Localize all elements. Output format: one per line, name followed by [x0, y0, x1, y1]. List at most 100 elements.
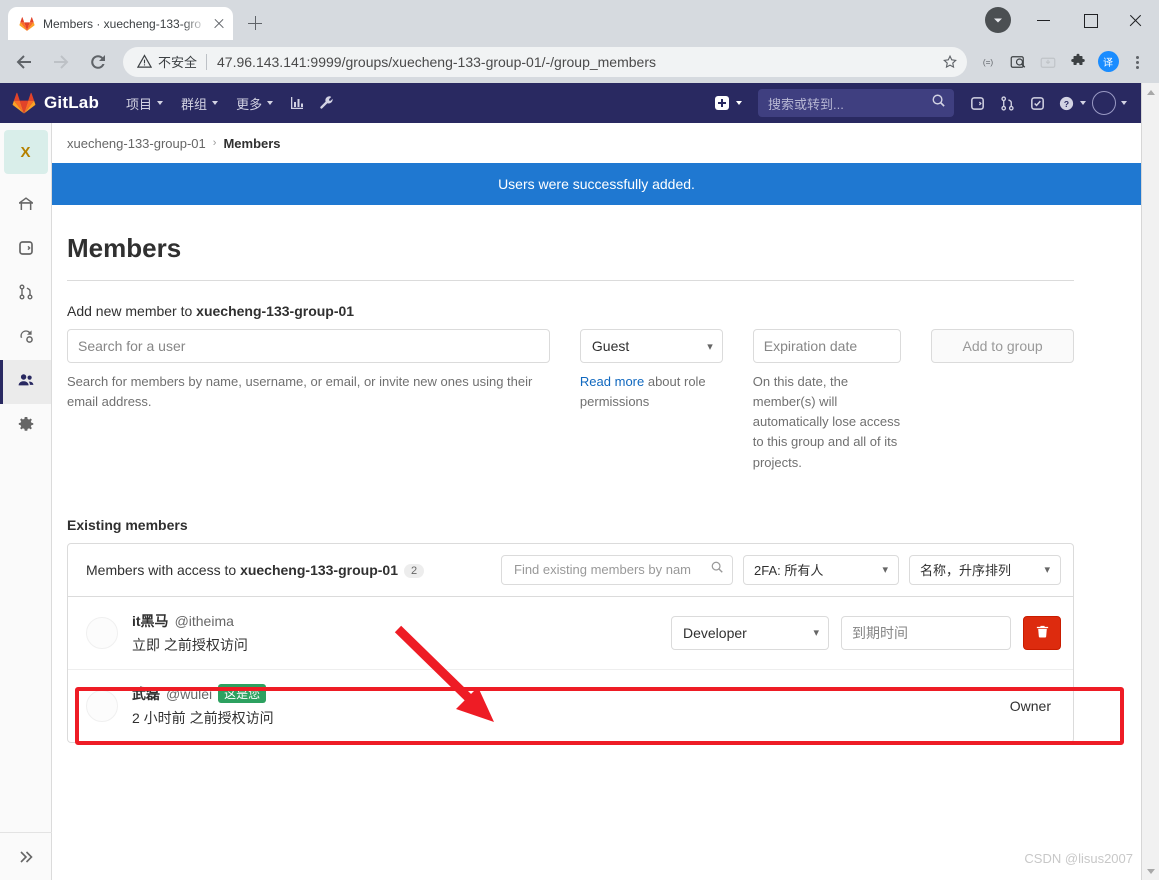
forward-arrow-icon[interactable]	[45, 46, 77, 78]
not-secure-warning-icon	[137, 54, 152, 69]
read-more-link[interactable]: Read more	[580, 374, 644, 389]
member-name[interactable]: 武磊	[132, 684, 160, 704]
member-name[interactable]: it黑马	[132, 611, 169, 631]
browser-tab[interactable]: Members · xuecheng-133-gro	[8, 7, 233, 40]
gitlab-home-link[interactable]: GitLab	[12, 91, 99, 115]
avatar	[86, 689, 118, 722]
group-context-avatar[interactable]: X	[3, 130, 48, 174]
members-access-label: Members with access to xuecheng-133-grou…	[86, 562, 491, 578]
issues-icon[interactable]	[962, 83, 992, 123]
address-bar[interactable]: 不安全 47.96.143.141:9999/groups/xuecheng-1…	[123, 46, 967, 77]
members-access-prefix: Members with access to	[86, 561, 241, 578]
kebab-menu-icon[interactable]	[1123, 47, 1151, 77]
sidebar-item-issues[interactable]	[0, 228, 51, 272]
reload-icon[interactable]	[82, 46, 114, 78]
extension-icons: (=) 译	[973, 47, 1123, 77]
help-menu[interactable]: ?	[1052, 83, 1092, 123]
star-icon[interactable]	[939, 51, 961, 73]
nav-item-more-label: 更多	[236, 96, 263, 112]
page-scrollbar[interactable]	[1141, 83, 1159, 880]
find-members-input[interactable]	[512, 561, 710, 579]
member-handle: @itheima	[174, 612, 234, 629]
svg-text:(=): (=)	[983, 58, 994, 67]
close-icon[interactable]	[211, 16, 227, 32]
user-search-input[interactable]	[67, 329, 550, 363]
breadcrumb-group-link[interactable]: xuecheng-133-group-01	[67, 136, 206, 151]
user-menu[interactable]	[1092, 91, 1133, 115]
tab-title: Members · xuecheng-133-gro	[43, 16, 202, 31]
flash-message: Users were successfully added.	[498, 176, 695, 192]
chevron-down-icon: ▾	[882, 564, 888, 577]
svg-text:?: ?	[1064, 98, 1069, 108]
existing-members-header: Members with access to xuecheng-133-grou…	[68, 544, 1073, 596]
role-select[interactable]: Guest ▾	[579, 329, 723, 363]
issues-icon	[17, 239, 35, 262]
back-arrow-icon[interactable]	[8, 46, 40, 78]
trash-icon	[1035, 624, 1050, 642]
create-new-button[interactable]	[706, 95, 750, 111]
scroll-up-icon[interactable]	[1142, 83, 1159, 101]
puzzle-icon[interactable]	[1063, 47, 1093, 77]
wrench-icon[interactable]	[312, 83, 342, 123]
browser-profile-icon[interactable]	[985, 7, 1011, 33]
add-member-group-name: xuecheng-133-group-01	[196, 303, 355, 319]
nav-item-projects-label: 项目	[126, 96, 153, 112]
nav-item-projects[interactable]: 项目	[117, 83, 172, 123]
gitlab-logo-icon	[12, 91, 36, 115]
chevron-down-icon: ▾	[707, 340, 713, 353]
merge-request-icon	[17, 283, 35, 306]
add-member-label-prefix: Add new member to	[67, 303, 197, 319]
todos-icon[interactable]	[1022, 83, 1052, 123]
user-search-help: Search for members by name, username, or…	[67, 374, 533, 410]
merge-requests-icon[interactable]	[992, 83, 1022, 123]
screenshot-icon[interactable]	[1003, 47, 1033, 77]
scroll-down-icon[interactable]	[1142, 862, 1159, 880]
member-role-select[interactable]: Developer ▾	[671, 615, 829, 650]
translate-badge-icon[interactable]: 译	[1093, 47, 1123, 77]
sidebar-item-members[interactable]	[0, 360, 51, 404]
table-row: it黑马 @itheima 立即 之前授权访问 Developer ▾	[68, 595, 1073, 669]
expiration-date-input[interactable]	[752, 329, 902, 363]
flash-success-alert: Users were successfully added.	[52, 163, 1141, 205]
members-access-group: xuecheng-133-group-01	[240, 561, 398, 578]
plus-icon	[715, 96, 729, 110]
chevron-down-icon	[1080, 101, 1086, 105]
filter-2fa-select[interactable]: 2FA: 所有人 ▾	[743, 554, 899, 585]
nav-item-groups[interactable]: 群组	[172, 83, 227, 123]
search-placeholder: 搜索或转到...	[768, 96, 844, 112]
sidebar-item-ci-cd[interactable]	[0, 316, 51, 360]
minimize-icon[interactable]	[1021, 4, 1067, 36]
home-icon	[17, 195, 35, 218]
close-icon[interactable]	[1113, 4, 1159, 36]
nav-item-groups-label: 群组	[181, 96, 208, 112]
browser-window: Members · xuecheng-133-gro 不安全 47.96.143…	[0, 0, 1159, 880]
page-viewport: GitLab 项目 群组 更多 搜索或转到... ? X xuecheng-13…	[0, 83, 1159, 880]
member-controls: Developer ▾	[671, 615, 1061, 650]
gitlab-icon	[19, 16, 35, 32]
new-tab-icon[interactable]	[241, 9, 269, 37]
add-member-form: Search for members by name, username, or…	[67, 329, 1074, 473]
sidebar-item-group-overview[interactable]	[0, 184, 51, 228]
sort-value: 名称，升序排列	[920, 563, 1012, 579]
add-to-group-button[interactable]: Add to group	[931, 329, 1074, 363]
search-input[interactable]: 搜索或转到...	[758, 89, 954, 117]
chevron-down-icon: ▾	[1044, 564, 1050, 577]
equalizer-icon[interactable]: (=)	[973, 47, 1003, 77]
url-text: 47.96.143.141:9999/groups/xuecheng-133-g…	[217, 53, 656, 70]
analytics-icon[interactable]	[282, 83, 312, 123]
remove-member-button[interactable]	[1023, 615, 1061, 650]
gear-icon	[17, 415, 35, 438]
chevron-down-icon	[212, 101, 219, 105]
sort-select[interactable]: 名称，升序排列 ▾	[909, 554, 1061, 585]
find-members-search[interactable]	[501, 554, 733, 585]
maximize-icon[interactable]	[1067, 4, 1113, 36]
sidebar-item-merge-requests[interactable]	[0, 272, 51, 316]
member-access-granted: 立即 之前授权访问	[132, 636, 248, 653]
member-expiration-input[interactable]	[841, 615, 1011, 650]
sidebar-item-settings[interactable]	[0, 404, 51, 448]
download-icon[interactable]	[1033, 47, 1063, 77]
collapse-sidebar-icon[interactable]	[0, 832, 52, 880]
users-icon	[17, 371, 35, 394]
member-role-value: Developer	[683, 624, 747, 641]
nav-item-more[interactable]: 更多	[227, 83, 282, 123]
